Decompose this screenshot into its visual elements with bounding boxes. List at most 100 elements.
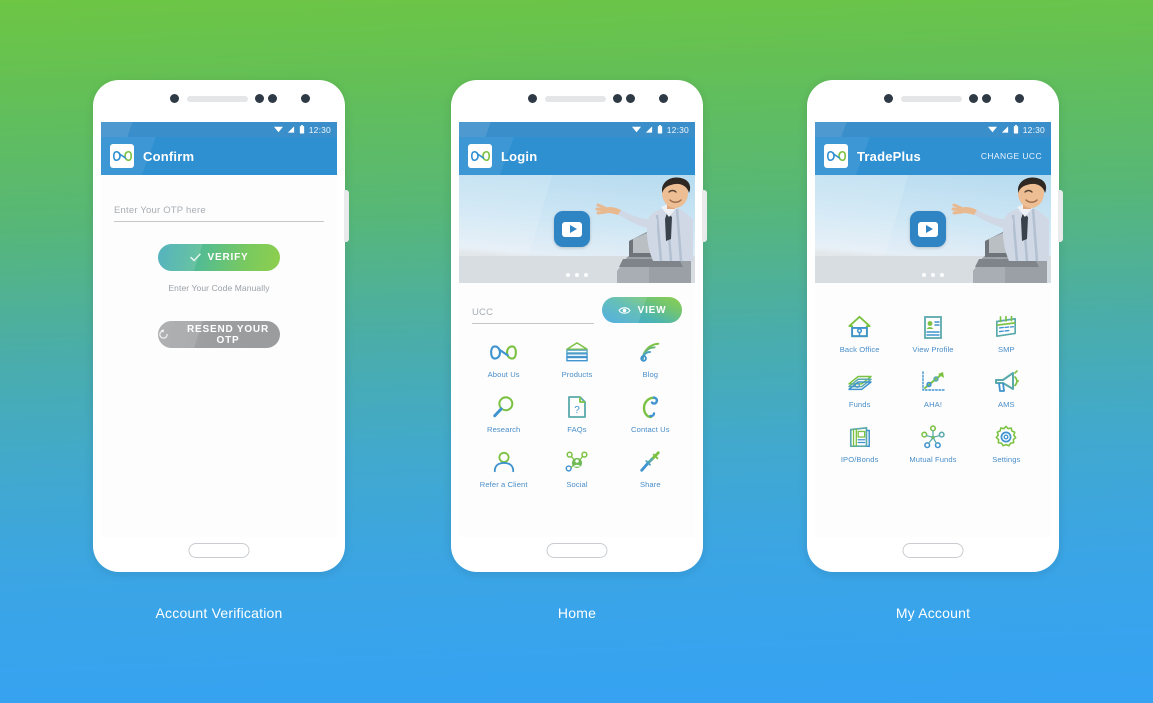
phone-home: 12:30 Login UCC VIEW About Us Products B… bbox=[451, 80, 707, 572]
phone-my-account: 12:30 TradePlus CHANGE UCC Back Office V… bbox=[807, 80, 1063, 572]
tile-blog[interactable]: Blog bbox=[614, 338, 687, 379]
tile-label: Blog bbox=[642, 370, 659, 379]
sensor-dot bbox=[626, 94, 635, 103]
sensor-dot bbox=[982, 94, 991, 103]
caption-account-verification: Account Verification bbox=[155, 605, 283, 621]
app-bar: TradePlus CHANGE UCC bbox=[815, 137, 1051, 175]
verify-button[interactable]: VERIFY bbox=[158, 244, 280, 272]
banner-pager-dots[interactable] bbox=[815, 273, 1051, 277]
tile-contact-us[interactable]: Contact Us bbox=[614, 393, 687, 434]
svg-text:?: ? bbox=[574, 405, 580, 416]
wifi-icon bbox=[631, 126, 641, 133]
phone-side-button[interactable] bbox=[1058, 190, 1063, 242]
tile-label: Mutual Funds bbox=[909, 455, 957, 464]
earpiece-speaker bbox=[901, 96, 962, 102]
verify-button-label: VERIFY bbox=[207, 252, 249, 264]
video-play-icon[interactable] bbox=[910, 211, 946, 247]
tile-label: Back Office bbox=[839, 345, 880, 354]
infinity-icon bbox=[489, 338, 519, 366]
video-play-icon[interactable] bbox=[554, 211, 590, 247]
tile-back-office[interactable]: Back Office bbox=[823, 313, 896, 354]
battery-icon bbox=[299, 125, 304, 134]
promo-banner[interactable] bbox=[815, 175, 1051, 283]
box-stack-icon bbox=[562, 338, 592, 366]
home-icon bbox=[845, 313, 875, 341]
change-ucc-button[interactable]: CHANGE UCC bbox=[981, 151, 1042, 161]
cash-stack-icon bbox=[845, 368, 875, 396]
tile-mutual-funds[interactable]: Mutual Funds bbox=[896, 423, 969, 464]
tile-label: Funds bbox=[848, 400, 871, 409]
tile-about-us[interactable]: About Us bbox=[467, 338, 540, 379]
infinity-logo-icon bbox=[468, 144, 492, 168]
person-illustration bbox=[951, 177, 1049, 283]
tile-label: FAQs bbox=[567, 425, 587, 434]
ucc-placeholder: UCC bbox=[472, 306, 494, 318]
phone-side-button[interactable] bbox=[344, 190, 349, 242]
status-bar: 12:30 bbox=[815, 122, 1051, 137]
promo-banner[interactable] bbox=[459, 175, 695, 283]
sensor-dot bbox=[170, 94, 179, 103]
calendar-icon bbox=[991, 313, 1021, 341]
tile-products[interactable]: Products bbox=[540, 338, 613, 379]
front-camera bbox=[659, 94, 668, 103]
tile-social[interactable]: Social bbox=[540, 448, 613, 489]
phone-side-button[interactable] bbox=[702, 190, 707, 242]
view-button[interactable]: VIEW bbox=[602, 297, 682, 323]
signal-icon bbox=[287, 126, 294, 133]
screen-account-verification: 12:30 Confirm Enter Your OTP here VERIFY… bbox=[101, 122, 337, 537]
tile-label: Products bbox=[561, 370, 593, 379]
account-icon-grid: Back Office View Profile SMP Funds AHA! … bbox=[815, 283, 1051, 464]
wifi-icon bbox=[987, 126, 997, 133]
sensor-dot bbox=[528, 94, 537, 103]
tile-settings[interactable]: Settings bbox=[970, 423, 1043, 464]
tile-faqs[interactable]: ? FAQs bbox=[540, 393, 613, 434]
home-key[interactable] bbox=[902, 543, 964, 558]
infinity-logo-icon bbox=[824, 144, 848, 168]
question-document-icon: ? bbox=[562, 393, 592, 421]
ucc-input[interactable]: UCC bbox=[472, 307, 594, 324]
front-camera bbox=[1015, 94, 1024, 103]
signal-icon bbox=[1001, 126, 1008, 133]
tile-label: IPO/Bonds bbox=[840, 455, 879, 464]
status-time: 12:30 bbox=[308, 124, 331, 135]
field-underline bbox=[472, 322, 594, 324]
home-key[interactable] bbox=[188, 543, 250, 558]
tile-label: Share bbox=[639, 480, 661, 489]
rss-icon bbox=[635, 338, 665, 366]
app-bar: Login bbox=[459, 137, 695, 175]
poster-stage: 12:30 Confirm Enter Your OTP here VERIFY… bbox=[0, 0, 1153, 703]
app-bar: Confirm bbox=[101, 137, 337, 175]
battery-icon bbox=[657, 125, 662, 134]
otp-field-row: Enter Your OTP here bbox=[101, 175, 337, 223]
tile-smp[interactable]: SMP bbox=[970, 313, 1043, 354]
home-key[interactable] bbox=[546, 543, 608, 558]
id-card-icon bbox=[918, 313, 948, 341]
gear-icon bbox=[991, 423, 1021, 451]
tile-refer-a-client[interactable]: Refer a Client bbox=[467, 448, 540, 489]
refresh-icon bbox=[158, 329, 169, 340]
person-add-icon bbox=[489, 448, 519, 476]
tile-aha[interactable]: AHA! bbox=[896, 368, 969, 409]
resend-otp-button[interactable]: RESEND YOUR OTP bbox=[158, 321, 280, 349]
newspaper-icon bbox=[845, 423, 875, 451]
earpiece-speaker bbox=[545, 96, 606, 102]
tile-label: SMP bbox=[997, 345, 1015, 354]
tile-ams[interactable]: AMS bbox=[970, 368, 1043, 409]
screen-my-account: 12:30 TradePlus CHANGE UCC Back Office V… bbox=[815, 122, 1051, 537]
tile-share[interactable]: Share bbox=[614, 448, 687, 489]
home-icon-grid: About Us Products Blog Research ? FAQs C… bbox=[459, 324, 695, 489]
magnifier-icon bbox=[489, 393, 519, 421]
manual-code-link[interactable]: Enter Your Code Manually bbox=[101, 283, 337, 293]
app-bar-title: Login bbox=[501, 148, 538, 164]
screen-content: Back Office View Profile SMP Funds AHA! … bbox=[815, 283, 1051, 537]
screen-content: UCC VIEW About Us Products Blog Research… bbox=[459, 283, 695, 537]
tile-research[interactable]: Research bbox=[467, 393, 540, 434]
otp-input[interactable]: Enter Your OTP here bbox=[114, 205, 324, 223]
phone-account-verification: 12:30 Confirm Enter Your OTP here VERIFY… bbox=[93, 80, 349, 572]
tile-view-profile[interactable]: View Profile bbox=[896, 313, 969, 354]
tile-ipo-bonds[interactable]: IPO/Bonds bbox=[823, 423, 896, 464]
tile-funds[interactable]: Funds bbox=[823, 368, 896, 409]
banner-pager-dots[interactable] bbox=[459, 273, 695, 277]
network-nodes-icon bbox=[918, 423, 948, 451]
sensor-dot bbox=[255, 94, 264, 103]
